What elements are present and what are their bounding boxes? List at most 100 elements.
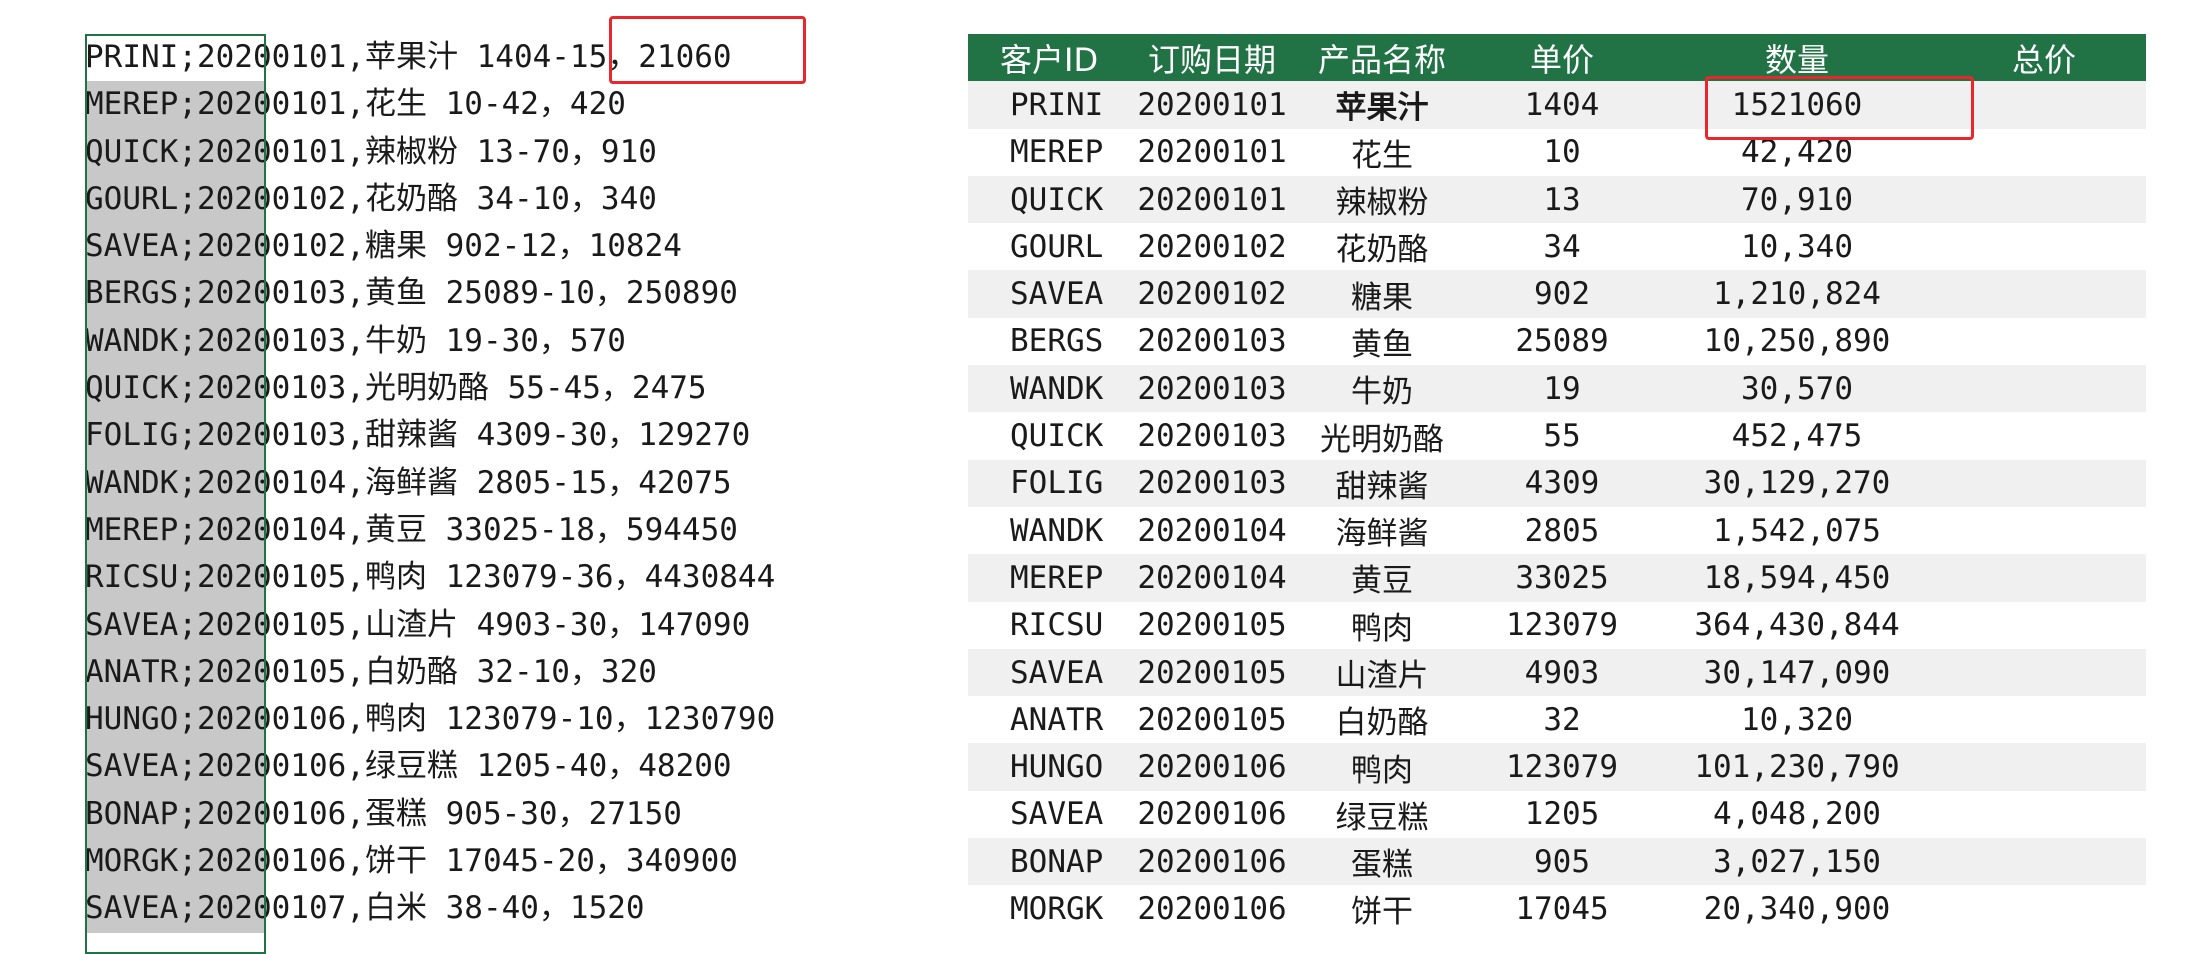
header-product-name[interactable]: 产品名称 [1292,34,1472,81]
cell-customer-id[interactable]: FOLIG [968,460,1132,507]
raw-line[interactable]: SAVEA;20200107,白米 38-40，1520 [85,885,855,933]
cell-quantity[interactable]: 10,320 [1652,696,1942,743]
cell-total-price[interactable] [1942,602,2146,649]
cell-total-price[interactable] [1942,412,2146,459]
cell-quantity[interactable]: 4,048,200 [1652,791,1942,838]
cell-product-name[interactable]: 甜辣酱 [1292,460,1472,507]
cell-total-price[interactable] [1942,838,2146,885]
cell-unit-price[interactable]: 32 [1472,696,1652,743]
cell-order-date[interactable]: 20200104 [1132,507,1292,554]
raw-line[interactable]: QUICK;20200103,光明奶酪 55-45，2475 [85,365,855,413]
cell-order-date[interactable]: 20200105 [1132,602,1292,649]
cell-order-date[interactable]: 20200103 [1132,318,1292,365]
cell-total-price[interactable] [1942,365,2146,412]
cell-order-date[interactable]: 20200101 [1132,176,1292,223]
cell-quantity[interactable]: 1,210,824 [1652,270,1942,317]
cell-order-date[interactable]: 20200101 [1132,129,1292,176]
cell-quantity[interactable]: 70,910 [1652,176,1942,223]
cell-product-name[interactable]: 白奶酪 [1292,696,1472,743]
raw-line[interactable]: ANATR;20200105,白奶酪 32-10，320 [85,648,855,697]
cell-product-name[interactable]: 花奶酪 [1292,223,1472,270]
cell-unit-price[interactable]: 19 [1472,365,1652,412]
raw-line[interactable]: MEREP;20200104,黄豆 33025-18，594450 [85,506,855,555]
cell-quantity[interactable]: 42,420 [1652,129,1942,176]
raw-line[interactable]: FOLIG;20200103,甜辣酱 4309-30，129270 [85,412,855,460]
cell-quantity[interactable]: 30,147,090 [1652,649,1942,696]
raw-line[interactable]: MORGK;20200106,饼干 17045-20，340900 [85,838,855,886]
cell-total-price[interactable] [1942,270,2146,317]
cell-customer-id[interactable]: RICSU [968,602,1132,649]
cell-total-price[interactable] [1942,743,2146,790]
cell-product-name[interactable]: 苹果汁 [1292,81,1472,128]
cell-product-name[interactable]: 饼干 [1292,885,1472,932]
cell-product-name[interactable]: 海鲜酱 [1292,507,1472,554]
raw-line[interactable]: MEREP;20200101,花生 10-42，420 [85,81,855,129]
raw-line[interactable]: PRINI;20200101,苹果汁 1404-15，21060 [85,34,855,81]
cell-product-name[interactable]: 光明奶酪 [1292,412,1472,459]
cell-product-name[interactable]: 鸭肉 [1292,602,1472,649]
cell-order-date[interactable]: 20200105 [1132,649,1292,696]
cell-total-price[interactable] [1942,129,2146,176]
raw-line[interactable]: GOURL;20200102,花奶酪 34-10，340 [85,175,855,224]
cell-order-date[interactable]: 20200104 [1132,554,1292,601]
cell-order-date[interactable]: 20200103 [1132,412,1292,459]
cell-unit-price[interactable]: 123079 [1472,602,1652,649]
cell-customer-id[interactable]: MEREP [968,554,1132,601]
cell-unit-price[interactable]: 2805 [1472,507,1652,554]
cell-total-price[interactable] [1942,81,2146,128]
cell-customer-id[interactable]: WANDK [968,507,1132,554]
cell-order-date[interactable]: 20200101 [1132,81,1292,128]
cell-total-price[interactable] [1942,554,2146,601]
cell-unit-price[interactable]: 33025 [1472,554,1652,601]
raw-line[interactable]: BONAP;20200106,蛋糕 905-30，27150 [85,790,855,839]
cell-customer-id[interactable]: SAVEA [968,270,1132,317]
cell-order-date[interactable]: 20200103 [1132,365,1292,412]
raw-line[interactable]: HUNGO;20200106,鸭肉 123079-10，1230790 [85,696,855,744]
cell-total-price[interactable] [1942,696,2146,743]
cell-quantity[interactable]: 3,027,150 [1652,838,1942,885]
cell-order-date[interactable]: 20200105 [1132,696,1292,743]
raw-line[interactable]: QUICK;20200101,辣椒粉 13-70，910 [85,128,855,176]
cell-product-name[interactable]: 黄豆 [1292,554,1472,601]
cell-quantity[interactable]: 30,129,270 [1652,460,1942,507]
cell-customer-id[interactable]: QUICK [968,412,1132,459]
cell-product-name[interactable]: 辣椒粉 [1292,176,1472,223]
cell-customer-id[interactable]: WANDK [968,365,1132,412]
cell-order-date[interactable]: 20200102 [1132,223,1292,270]
cell-quantity[interactable]: 452,475 [1652,412,1942,459]
cell-unit-price[interactable]: 902 [1472,270,1652,317]
cell-order-date[interactable]: 20200106 [1132,791,1292,838]
cell-total-price[interactable] [1942,507,2146,554]
cell-order-date[interactable]: 20200106 [1132,838,1292,885]
cell-quantity[interactable]: 18,594,450 [1652,554,1942,601]
cell-unit-price[interactable]: 10 [1472,129,1652,176]
cell-unit-price[interactable]: 123079 [1472,743,1652,790]
cell-unit-price[interactable]: 4309 [1472,460,1652,507]
cell-product-name[interactable]: 黄鱼 [1292,318,1472,365]
raw-line[interactable]: WANDK;20200103,牛奶 19-30，570 [85,317,855,366]
cell-quantity[interactable]: 101,230,790 [1652,743,1942,790]
cell-quantity[interactable]: 1,542,075 [1652,507,1942,554]
raw-line[interactable]: SAVEA;20200106,绿豆糕 1205-40，48200 [85,743,855,791]
cell-order-date[interactable]: 20200102 [1132,270,1292,317]
cell-unit-price[interactable]: 17045 [1472,885,1652,932]
cell-product-name[interactable]: 花生 [1292,129,1472,176]
cell-unit-price[interactable]: 4903 [1472,649,1652,696]
cell-quantity[interactable]: 10,340 [1652,223,1942,270]
cell-order-date[interactable]: 20200106 [1132,743,1292,790]
cell-unit-price[interactable]: 1205 [1472,791,1652,838]
cell-unit-price[interactable]: 13 [1472,176,1652,223]
cell-customer-id[interactable]: MORGK [968,885,1132,932]
cell-unit-price[interactable]: 55 [1472,412,1652,459]
header-order-date[interactable]: 订购日期 [1132,34,1292,81]
cell-total-price[interactable] [1942,791,2146,838]
cell-total-price[interactable] [1942,460,2146,507]
cell-quantity[interactable]: 1521060 [1652,81,1942,128]
cell-customer-id[interactable]: QUICK [968,176,1132,223]
cell-product-name[interactable]: 鸭肉 [1292,743,1472,790]
cell-total-price[interactable] [1942,885,2146,932]
cell-unit-price[interactable]: 1404 [1472,81,1652,128]
cell-unit-price[interactable]: 34 [1472,223,1652,270]
cell-customer-id[interactable]: SAVEA [968,791,1132,838]
cell-total-price[interactable] [1942,223,2146,270]
